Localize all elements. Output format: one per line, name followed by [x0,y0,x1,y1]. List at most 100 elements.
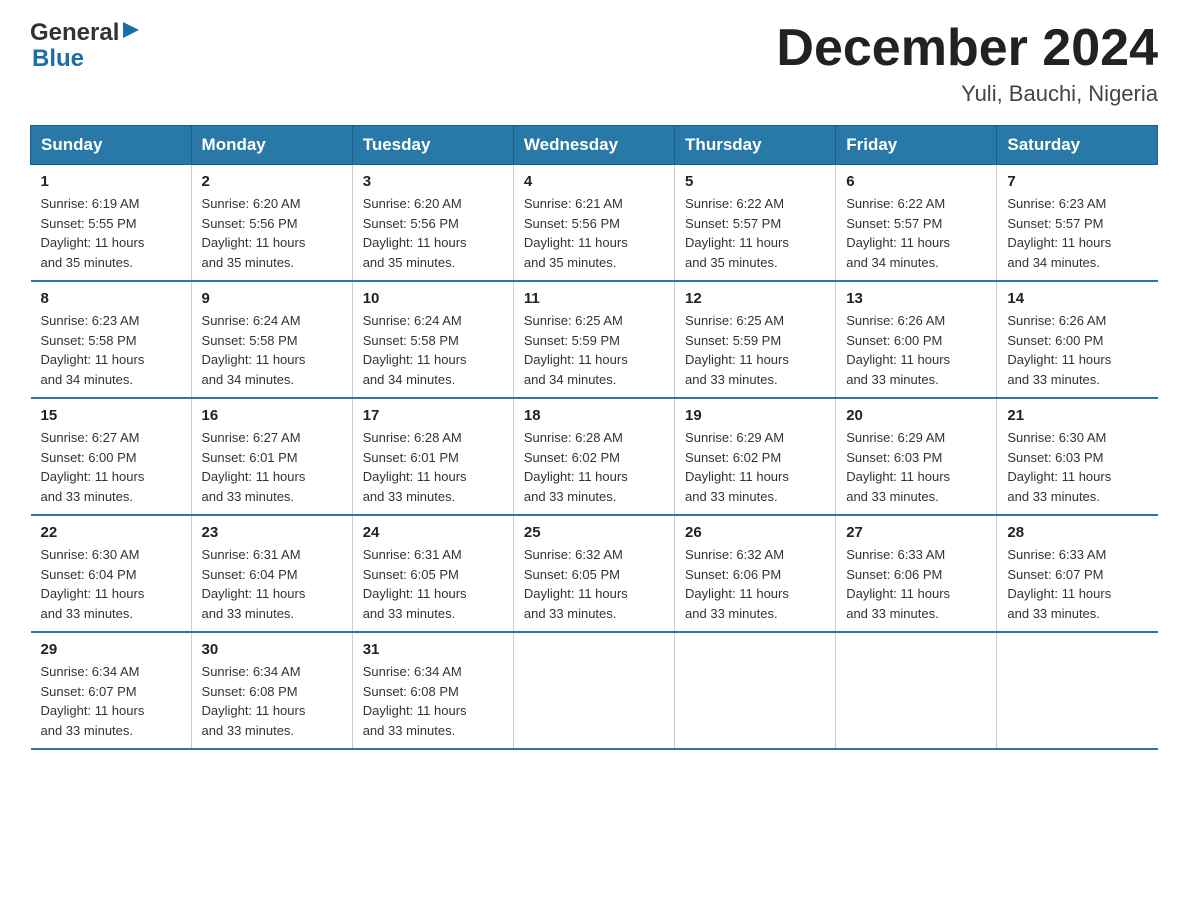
day-info: Sunrise: 6:34 AM Sunset: 6:07 PM Dayligh… [41,664,145,738]
calendar-cell [997,632,1158,749]
calendar-cell: 18 Sunrise: 6:28 AM Sunset: 6:02 PM Dayl… [513,398,674,515]
calendar-cell: 30 Sunrise: 6:34 AM Sunset: 6:08 PM Dayl… [191,632,352,749]
day-info: Sunrise: 6:26 AM Sunset: 6:00 PM Dayligh… [1007,313,1111,387]
day-number: 31 [363,641,503,658]
day-info: Sunrise: 6:34 AM Sunset: 6:08 PM Dayligh… [202,664,306,738]
day-number: 19 [685,407,825,424]
header-friday: Friday [836,126,997,165]
calendar-cell: 21 Sunrise: 6:30 AM Sunset: 6:03 PM Dayl… [997,398,1158,515]
day-number: 1 [41,173,181,190]
calendar-cell: 20 Sunrise: 6:29 AM Sunset: 6:03 PM Dayl… [836,398,997,515]
day-number: 23 [202,524,342,541]
day-info: Sunrise: 6:32 AM Sunset: 6:05 PM Dayligh… [524,547,628,621]
day-number: 24 [363,524,503,541]
calendar-cell: 25 Sunrise: 6:32 AM Sunset: 6:05 PM Dayl… [513,515,674,632]
header-tuesday: Tuesday [352,126,513,165]
calendar-cell: 3 Sunrise: 6:20 AM Sunset: 5:56 PM Dayli… [352,165,513,282]
day-info: Sunrise: 6:31 AM Sunset: 6:05 PM Dayligh… [363,547,467,621]
calendar-cell: 13 Sunrise: 6:26 AM Sunset: 6:00 PM Dayl… [836,281,997,398]
calendar-week-row: 15 Sunrise: 6:27 AM Sunset: 6:00 PM Dayl… [31,398,1158,515]
calendar-cell: 26 Sunrise: 6:32 AM Sunset: 6:06 PM Dayl… [675,515,836,632]
calendar-cell: 19 Sunrise: 6:29 AM Sunset: 6:02 PM Dayl… [675,398,836,515]
day-info: Sunrise: 6:25 AM Sunset: 5:59 PM Dayligh… [685,313,789,387]
day-info: Sunrise: 6:28 AM Sunset: 6:02 PM Dayligh… [524,430,628,504]
day-number: 18 [524,407,664,424]
day-info: Sunrise: 6:31 AM Sunset: 6:04 PM Dayligh… [202,547,306,621]
header-monday: Monday [191,126,352,165]
calendar-table: SundayMondayTuesdayWednesdayThursdayFrid… [30,125,1158,750]
day-info: Sunrise: 6:30 AM Sunset: 6:03 PM Dayligh… [1007,430,1111,504]
calendar-cell: 1 Sunrise: 6:19 AM Sunset: 5:55 PM Dayli… [31,165,192,282]
calendar-header-row: SundayMondayTuesdayWednesdayThursdayFrid… [31,126,1158,165]
calendar-cell: 7 Sunrise: 6:23 AM Sunset: 5:57 PM Dayli… [997,165,1158,282]
day-info: Sunrise: 6:26 AM Sunset: 6:00 PM Dayligh… [846,313,950,387]
header-thursday: Thursday [675,126,836,165]
day-info: Sunrise: 6:24 AM Sunset: 5:58 PM Dayligh… [202,313,306,387]
day-info: Sunrise: 6:34 AM Sunset: 6:08 PM Dayligh… [363,664,467,738]
day-number: 2 [202,173,342,190]
day-info: Sunrise: 6:29 AM Sunset: 6:02 PM Dayligh… [685,430,789,504]
day-info: Sunrise: 6:32 AM Sunset: 6:06 PM Dayligh… [685,547,789,621]
day-info: Sunrise: 6:27 AM Sunset: 6:01 PM Dayligh… [202,430,306,504]
day-number: 12 [685,290,825,307]
day-info: Sunrise: 6:23 AM Sunset: 5:58 PM Dayligh… [41,313,145,387]
day-number: 21 [1007,407,1147,424]
calendar-cell: 23 Sunrise: 6:31 AM Sunset: 6:04 PM Dayl… [191,515,352,632]
day-info: Sunrise: 6:20 AM Sunset: 5:56 PM Dayligh… [202,196,306,270]
day-info: Sunrise: 6:29 AM Sunset: 6:03 PM Dayligh… [846,430,950,504]
location-title: Yuli, Bauchi, Nigeria [776,81,1158,107]
calendar-cell: 15 Sunrise: 6:27 AM Sunset: 6:00 PM Dayl… [31,398,192,515]
day-info: Sunrise: 6:22 AM Sunset: 5:57 PM Dayligh… [685,196,789,270]
page-header: General Blue December 2024 Yuli, Bauchi,… [30,20,1158,107]
day-info: Sunrise: 6:33 AM Sunset: 6:07 PM Dayligh… [1007,547,1111,621]
day-info: Sunrise: 6:25 AM Sunset: 5:59 PM Dayligh… [524,313,628,387]
calendar-cell: 12 Sunrise: 6:25 AM Sunset: 5:59 PM Dayl… [675,281,836,398]
calendar-week-row: 8 Sunrise: 6:23 AM Sunset: 5:58 PM Dayli… [31,281,1158,398]
calendar-cell: 9 Sunrise: 6:24 AM Sunset: 5:58 PM Dayli… [191,281,352,398]
day-number: 13 [846,290,986,307]
calendar-week-row: 1 Sunrise: 6:19 AM Sunset: 5:55 PM Dayli… [31,165,1158,282]
day-info: Sunrise: 6:24 AM Sunset: 5:58 PM Dayligh… [363,313,467,387]
calendar-week-row: 29 Sunrise: 6:34 AM Sunset: 6:07 PM Dayl… [31,632,1158,749]
title-block: December 2024 Yuli, Bauchi, Nigeria [776,20,1158,107]
calendar-cell: 2 Sunrise: 6:20 AM Sunset: 5:56 PM Dayli… [191,165,352,282]
day-number: 4 [524,173,664,190]
day-number: 29 [41,641,181,658]
day-info: Sunrise: 6:30 AM Sunset: 6:04 PM Dayligh… [41,547,145,621]
day-number: 9 [202,290,342,307]
logo-general-text: General [30,20,119,46]
day-info: Sunrise: 6:33 AM Sunset: 6:06 PM Dayligh… [846,547,950,621]
month-title: December 2024 [776,20,1158,77]
calendar-cell: 28 Sunrise: 6:33 AM Sunset: 6:07 PM Dayl… [997,515,1158,632]
day-number: 27 [846,524,986,541]
day-number: 25 [524,524,664,541]
day-number: 3 [363,173,503,190]
day-info: Sunrise: 6:23 AM Sunset: 5:57 PM Dayligh… [1007,196,1111,270]
calendar-cell: 11 Sunrise: 6:25 AM Sunset: 5:59 PM Dayl… [513,281,674,398]
day-number: 11 [524,290,664,307]
calendar-cell [675,632,836,749]
day-number: 17 [363,407,503,424]
calendar-cell: 4 Sunrise: 6:21 AM Sunset: 5:56 PM Dayli… [513,165,674,282]
logo-arrow-icon [121,20,141,46]
day-number: 30 [202,641,342,658]
day-info: Sunrise: 6:27 AM Sunset: 6:00 PM Dayligh… [41,430,145,504]
day-info: Sunrise: 6:22 AM Sunset: 5:57 PM Dayligh… [846,196,950,270]
header-wednesday: Wednesday [513,126,674,165]
calendar-cell: 16 Sunrise: 6:27 AM Sunset: 6:01 PM Dayl… [191,398,352,515]
calendar-cell: 27 Sunrise: 6:33 AM Sunset: 6:06 PM Dayl… [836,515,997,632]
day-number: 20 [846,407,986,424]
day-number: 22 [41,524,181,541]
day-number: 16 [202,407,342,424]
day-number: 7 [1007,173,1147,190]
header-saturday: Saturday [997,126,1158,165]
header-sunday: Sunday [31,126,192,165]
day-info: Sunrise: 6:20 AM Sunset: 5:56 PM Dayligh… [363,196,467,270]
logo: General Blue [30,20,141,73]
day-info: Sunrise: 6:28 AM Sunset: 6:01 PM Dayligh… [363,430,467,504]
calendar-cell: 14 Sunrise: 6:26 AM Sunset: 6:00 PM Dayl… [997,281,1158,398]
day-number: 14 [1007,290,1147,307]
day-number: 5 [685,173,825,190]
day-number: 28 [1007,524,1147,541]
day-number: 26 [685,524,825,541]
